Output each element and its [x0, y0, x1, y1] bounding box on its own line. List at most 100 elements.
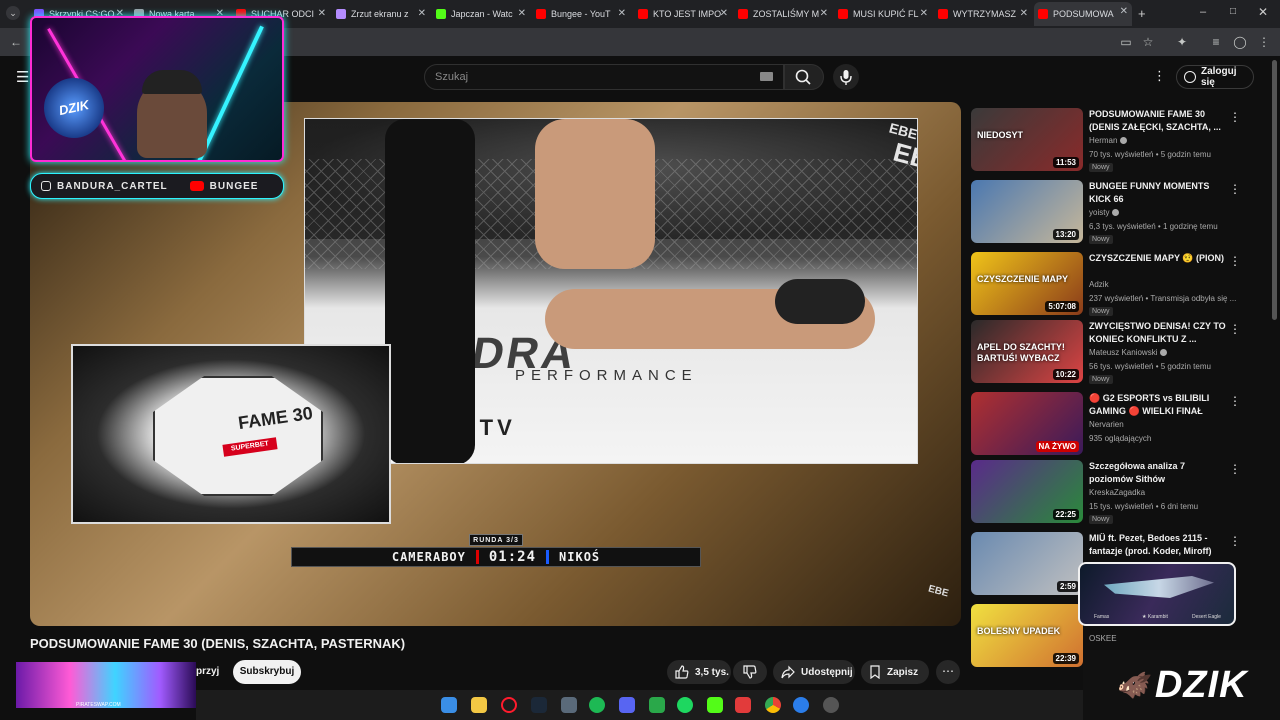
profile-icon[interactable]: ◯ [1232, 34, 1248, 50]
browser-tab[interactable]: WYTRZYMASZ ✕ [934, 4, 1032, 24]
video-options-icon[interactable]: ⋮ [1229, 322, 1241, 336]
sign-in-button[interactable]: Zaloguj się [1176, 65, 1254, 89]
app-green-icon[interactable] [649, 697, 665, 713]
bookmark-star-icon[interactable]: ☆ [1140, 34, 1156, 50]
dislike-button[interactable] [733, 660, 767, 684]
tab-close-icon[interactable]: ✕ [1120, 6, 1128, 17]
cast-icon[interactable]: ▭ [1118, 34, 1134, 50]
recommended-video[interactable]: 13:20 BUNGEE FUNNY MOMENTS KICK 66 yoisty 6… [971, 180, 1261, 246]
tab-close-icon[interactable]: ✕ [920, 8, 928, 19]
browser-blue-icon[interactable] [793, 697, 809, 713]
tab-close-icon[interactable]: ✕ [618, 8, 626, 19]
tab-close-icon[interactable]: ✕ [418, 8, 426, 19]
close-window-icon[interactable]: ✕ [1258, 5, 1268, 19]
keyboard-icon[interactable] [760, 72, 773, 81]
browser-tab[interactable]: KTO JEST IMPO ✕ [634, 4, 732, 24]
video-options-icon[interactable]: ⋮ [1229, 254, 1241, 268]
recommended-video-title[interactable]: BUNGEE FUNNY MOMENTS KICK 66 [1089, 180, 1227, 206]
recommended-channel[interactable]: KreskaZagadka [1089, 488, 1145, 497]
subscribe-button[interactable]: Subskrybuj [233, 660, 301, 684]
video-options-icon[interactable]: ⋮ [1229, 110, 1241, 124]
video-thumbnail[interactable]: APEL DO SZACHTY! BARTUŚ! WYBACZ 10:22 [971, 320, 1083, 383]
video-options-icon[interactable]: ⋮ [1229, 394, 1241, 408]
red-corner-marker [475, 550, 479, 564]
chrome-menu-icon[interactable]: ⋮ [1256, 34, 1272, 50]
channel-name-partial[interactable]: przyj [196, 666, 219, 677]
discord-icon[interactable] [619, 697, 635, 713]
search-button[interactable] [784, 64, 824, 90]
recommended-video-title[interactable]: CZYSZCZENIE MAPY 🤨 (PION) [1089, 252, 1227, 265]
recommended-video-title[interactable]: MIÜ ft. Pezet, Bedoes 2115 - fantazje (p… [1089, 532, 1227, 558]
browser-tab[interactable]: Bungee - YouT ✕ [532, 4, 630, 24]
recommended-video-title[interactable]: ZWYCIĘSTWO DENISA! CZY TO KONIEC KONFLIK… [1089, 320, 1227, 346]
search-input[interactable]: Szukaj [424, 64, 784, 90]
browser-tab[interactable]: MUSI KUPIĆ FL ✕ [834, 4, 932, 24]
browser-tab[interactable]: Zrzut ekranu z ✕ [332, 4, 430, 24]
opera-gx-icon[interactable] [501, 697, 517, 713]
video-thumbnail[interactable]: NA ŻYWO [971, 392, 1083, 455]
minimize-icon[interactable]: – [1200, 6, 1206, 18]
video-thumbnail[interactable]: 2:59 [971, 532, 1083, 595]
hamburger-menu-icon[interactable]: ☰ [16, 68, 29, 86]
chrome-icon[interactable] [765, 697, 781, 713]
tab-close-icon[interactable]: ✕ [518, 8, 526, 19]
browser-tab[interactable]: PODSUMOWA ✕ [1034, 2, 1132, 26]
tab-close-icon[interactable]: ✕ [720, 8, 728, 19]
instagram-icon [41, 181, 51, 191]
video-options-icon[interactable]: ⋮ [1229, 534, 1241, 548]
recommended-video-title[interactable]: PODSUMOWANIE FAME 30 (DENIS ZAŁĘCKI, SZA… [1089, 108, 1227, 134]
tab-search-icon[interactable]: ⌄ [6, 6, 20, 20]
recommended-video[interactable]: NIEDOSYT 11:53 PODSUMOWANIE FAME 30 (DENIS… [971, 108, 1261, 174]
recommended-video-title[interactable]: Szczegółowa analiza 7 poziomów Sithów [1089, 460, 1227, 486]
display-icon[interactable] [561, 697, 577, 713]
recommended-channel[interactable]: Adzik [1089, 280, 1109, 289]
tab-favicon-icon [1038, 9, 1048, 19]
video-thumbnail[interactable]: NIEDOSYT 11:53 [971, 108, 1083, 171]
windows-start-icon[interactable] [441, 697, 457, 713]
video-options-icon[interactable]: ⋮ [1229, 182, 1241, 196]
tab-close-icon[interactable]: ✕ [318, 8, 326, 19]
recommended-video[interactable]: NA ŻYWO 🔴 G2 ESPORTS vs BILIBILI GAMING 🔴… [971, 392, 1261, 458]
video-options-icon[interactable]: ⋮ [1229, 462, 1241, 476]
browser-tab[interactable]: ZOSTALIŚMY M ✕ [734, 4, 832, 24]
ebe-watermark: EBE [926, 583, 950, 600]
voice-search-button[interactable] [833, 64, 859, 90]
tab-close-icon[interactable]: ✕ [820, 8, 828, 19]
kick-icon[interactable] [707, 697, 723, 713]
save-button[interactable]: Zapisz [861, 660, 929, 684]
more-actions-button[interactable]: ⋯ [936, 660, 960, 684]
video-thumbnail[interactable]: BOLESNY UPADEK 22:39 [971, 604, 1083, 667]
share-button[interactable]: Udostępnij [773, 660, 855, 684]
spotify-icon[interactable] [589, 697, 605, 713]
lightning-app-icon[interactable] [735, 697, 751, 713]
recommended-video[interactable]: CZYSZCZENIE MAPY 5:07:08 CZYSZCZENIE MAPY … [971, 252, 1261, 318]
browser-tab[interactable]: Japczan - Watc ✕ [432, 4, 530, 24]
video-thumbnail[interactable]: CZYSZCZENIE MAPY 5:07:08 [971, 252, 1083, 315]
page-scrollbar[interactable] [1272, 60, 1277, 320]
recommended-channel[interactable]: Nervarien [1089, 420, 1124, 429]
like-button[interactable]: 3,5 tys. [667, 660, 731, 684]
recommended-video[interactable]: APEL DO SZACHTY! BARTUŚ! WYBACZ 10:22 ZWYC… [971, 320, 1261, 386]
video-thumbnail[interactable]: 22:25 [971, 460, 1083, 523]
referee [385, 119, 475, 463]
recommended-channel[interactable]: Mateusz Kaniowski [1089, 348, 1168, 357]
channel-name: Adzik [1089, 280, 1109, 289]
back-icon[interactable]: ← [8, 34, 24, 50]
new-tab-icon[interactable]: + [1138, 6, 1146, 21]
settings-icon[interactable] [823, 697, 839, 713]
extensions-icon[interactable]: ✦ [1174, 34, 1190, 50]
recommended-video[interactable]: 22:25 Szczegółowa analiza 7 poziomów Sith… [971, 460, 1261, 526]
tab-close-icon[interactable]: ✕ [1020, 8, 1028, 19]
file-explorer-icon[interactable] [471, 697, 487, 713]
media-controls-icon[interactable]: ≡ [1208, 34, 1224, 50]
recommended-channel[interactable]: Herman [1089, 136, 1128, 145]
maximize-icon[interactable]: □ [1230, 6, 1236, 17]
xbox-icon[interactable] [677, 697, 693, 713]
steam-icon[interactable] [531, 697, 547, 713]
dzik-brand-text: DZIK [1154, 663, 1248, 706]
settings-kebab-icon[interactable]: ⋮ [1153, 68, 1166, 84]
video-thumbnail[interactable]: 13:20 [971, 180, 1083, 243]
recommended-channel[interactable]: OSKEE [1089, 634, 1117, 643]
recommended-channel[interactable]: yoisty [1089, 208, 1120, 217]
recommended-video-title[interactable]: 🔴 G2 ESPORTS vs BILIBILI GAMING 🔴 WIELKI… [1089, 392, 1227, 418]
